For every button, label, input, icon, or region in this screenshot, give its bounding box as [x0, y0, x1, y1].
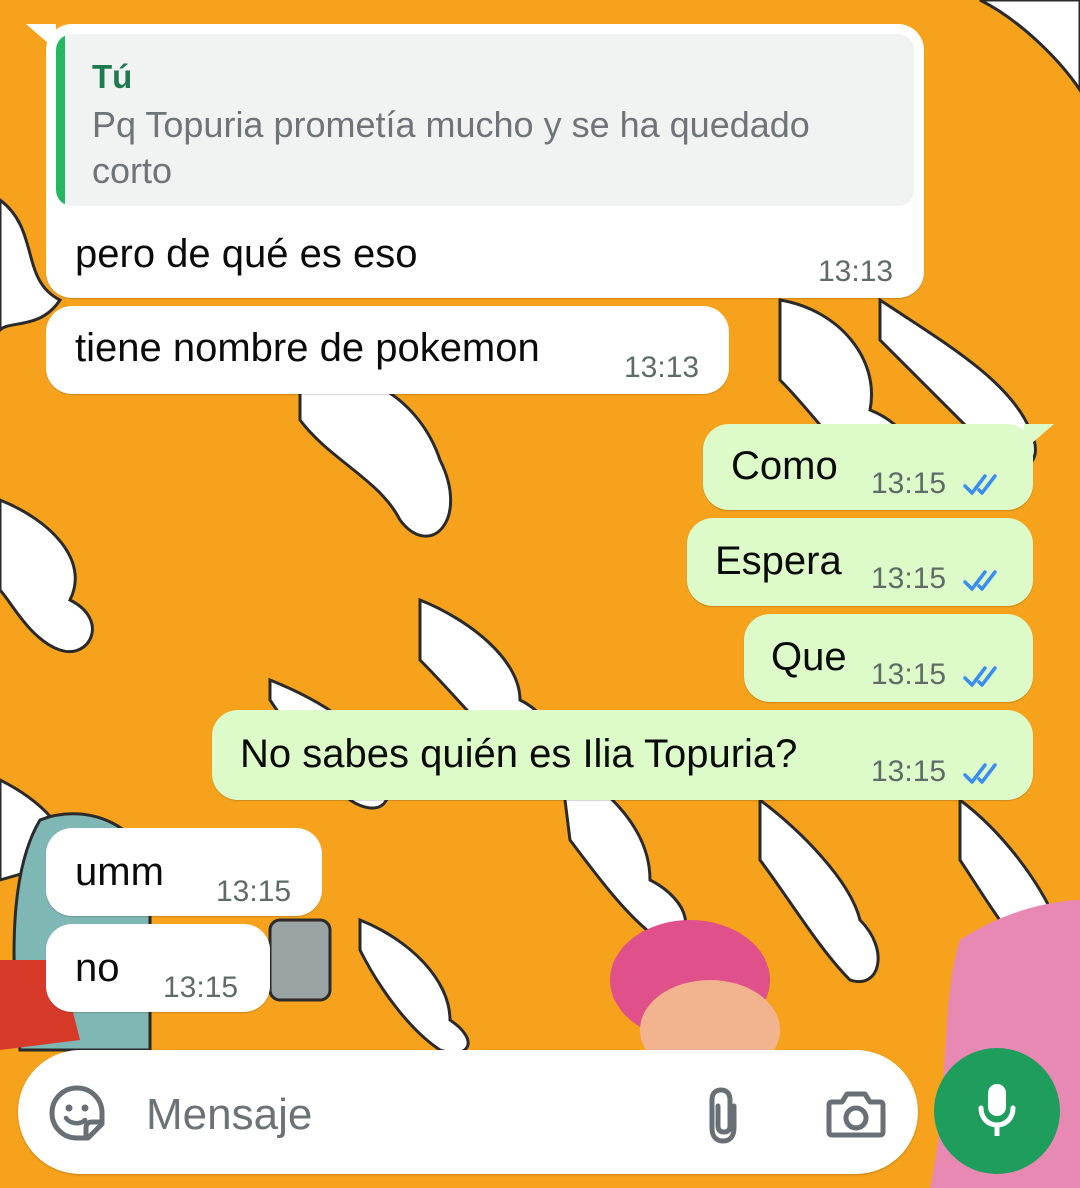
message-text: No sabes quién es Ilia Topuria?: [240, 732, 798, 776]
message-time: 13:15: [871, 755, 947, 788]
microphone-icon: [978, 1084, 1016, 1136]
message-time: 13:15: [871, 658, 947, 691]
message-text: pero de qué es eso: [75, 232, 418, 276]
message-bubble-outgoing[interactable]: Espera 13:15: [687, 518, 1033, 606]
message-bubble-outgoing[interactable]: Que 13:15: [744, 614, 1033, 702]
message-time: 13:15: [871, 467, 947, 500]
message-time: 13:15: [871, 562, 947, 595]
message-bubble-incoming[interactable]: umm 13:15: [46, 828, 322, 916]
message-text: no: [75, 946, 120, 990]
quote-author: Tú: [92, 58, 133, 95]
read-receipt-icon: [963, 666, 997, 687]
message-text: Como: [731, 444, 838, 488]
message-bubble-outgoing[interactable]: Como 13:15: [703, 424, 1033, 510]
message-text: Espera: [715, 539, 842, 583]
message-time: 13:13: [818, 255, 894, 288]
voice-message-button[interactable]: [934, 1048, 1060, 1174]
message-composer[interactable]: Mensaje: [18, 1050, 918, 1174]
quote-text: Pq Topuria prometía mucho y se ha quedad…: [92, 104, 810, 191]
read-receipt-icon: [963, 474, 997, 495]
read-receipt-icon: [963, 570, 997, 591]
camera-icon[interactable]: [826, 1090, 886, 1138]
sticker-icon[interactable]: [48, 1084, 106, 1142]
message-bubble-incoming[interactable]: Tú Pq Topuria prometía mucho y se ha que…: [46, 24, 924, 298]
message-text: umm: [75, 850, 164, 894]
read-receipt-icon: [963, 763, 997, 784]
message-text: Que: [771, 635, 847, 679]
message-bubble-incoming[interactable]: no 13:15: [46, 924, 270, 1012]
message-bubble-outgoing[interactable]: No sabes quién es Ilia Topuria? 13:15: [212, 710, 1033, 800]
message-time: 13:15: [216, 875, 292, 908]
message-time: 13:15: [163, 971, 239, 1004]
message-time: 13:13: [624, 351, 700, 384]
paperclip-icon[interactable]: [702, 1086, 746, 1144]
message-text: tiene nombre de pokemon: [75, 326, 540, 370]
quoted-message[interactable]: Tú Pq Topuria prometía mucho y se ha que…: [56, 34, 914, 206]
message-bubble-incoming[interactable]: tiene nombre de pokemon 13:13: [46, 306, 729, 394]
quote-accent-bar: [56, 34, 65, 206]
message-input[interactable]: Mensaje: [146, 1090, 312, 1140]
